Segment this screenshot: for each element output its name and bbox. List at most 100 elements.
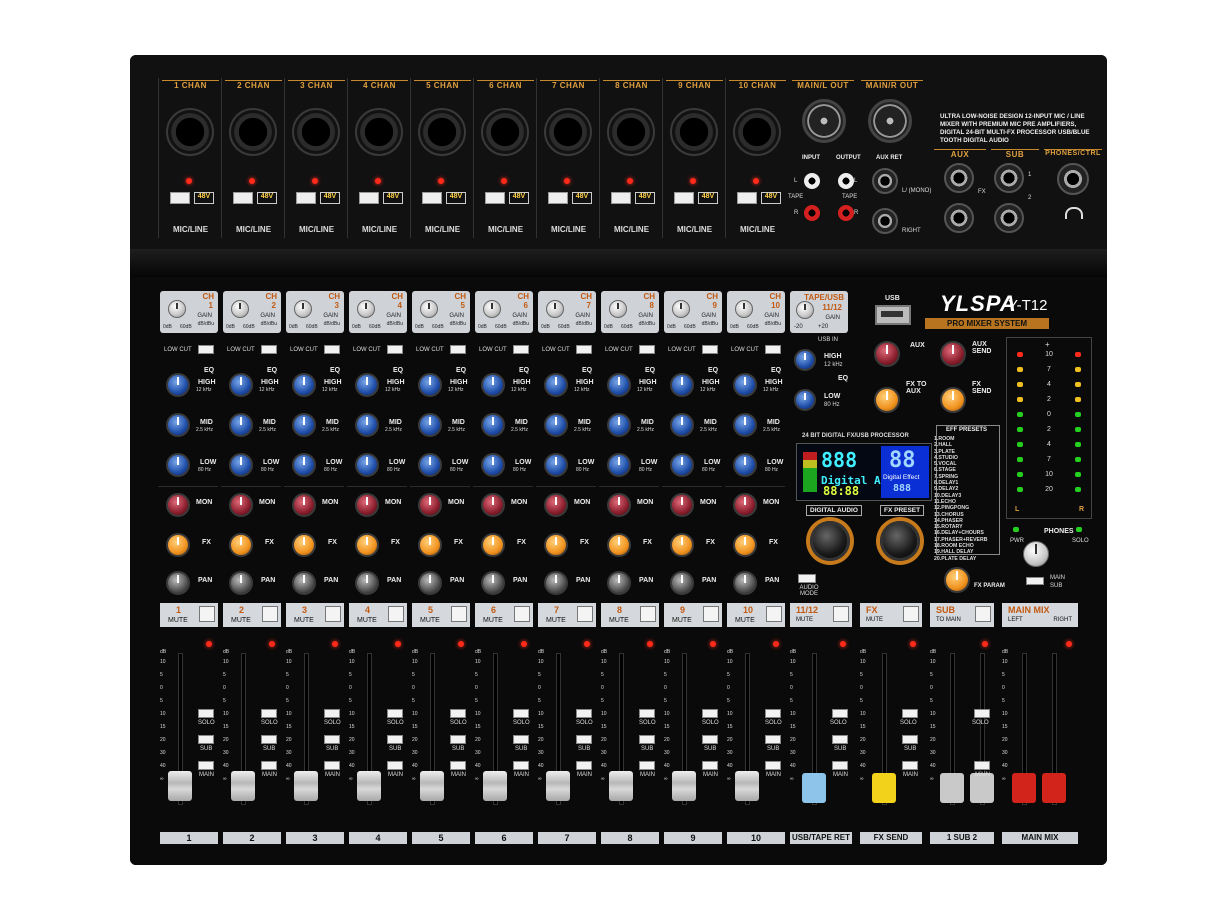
pan-knob[interactable]	[544, 571, 568, 595]
pan-knob[interactable]	[733, 571, 757, 595]
solo-button[interactable]	[702, 709, 718, 718]
combo-xlr-jack[interactable]	[670, 108, 718, 156]
main-button[interactable]	[261, 761, 277, 770]
fx-send-mute-button[interactable]	[903, 606, 919, 622]
main-button[interactable]	[765, 761, 781, 770]
sub-button[interactable]	[576, 735, 592, 744]
high-eq-knob[interactable]	[733, 373, 757, 397]
low-eq-knob[interactable]	[229, 453, 253, 477]
mute-button[interactable]	[703, 606, 719, 622]
combo-xlr-jack[interactable]	[418, 108, 466, 156]
solo-button[interactable]	[198, 709, 214, 718]
pan-knob[interactable]	[292, 571, 316, 595]
gain-knob[interactable]	[672, 300, 690, 318]
solo-button[interactable]	[387, 709, 403, 718]
rca-in-r-jack[interactable]	[804, 205, 820, 221]
main-button[interactable]	[324, 761, 340, 770]
mid-eq-knob[interactable]	[544, 413, 568, 437]
low-eq-knob[interactable]	[670, 453, 694, 477]
combo-xlr-jack[interactable]	[355, 108, 403, 156]
tape-return-sub-button[interactable]	[832, 735, 848, 744]
low-eq-knob[interactable]	[166, 453, 190, 477]
combo-xlr-jack[interactable]	[229, 108, 277, 156]
low-eq-knob[interactable]	[733, 453, 757, 477]
fx-send-sub-button[interactable]	[902, 735, 918, 744]
phantom-power-button[interactable]	[485, 192, 505, 204]
sub2-out-jack[interactable]	[994, 203, 1024, 233]
mid-eq-knob[interactable]	[418, 413, 442, 437]
solo-button[interactable]	[261, 709, 277, 718]
mid-eq-knob[interactable]	[292, 413, 316, 437]
pan-knob[interactable]	[481, 571, 505, 595]
phantom-power-button[interactable]	[548, 192, 568, 204]
fx-knob[interactable]	[418, 533, 442, 557]
sub-button[interactable]	[387, 735, 403, 744]
gain-knob[interactable]	[231, 300, 249, 318]
mute-button[interactable]	[325, 606, 341, 622]
gain-knob[interactable]	[735, 300, 753, 318]
fx-knob[interactable]	[544, 533, 568, 557]
high-eq-knob[interactable]	[418, 373, 442, 397]
pan-knob[interactable]	[166, 571, 190, 595]
fx-knob[interactable]	[670, 533, 694, 557]
rca-out-l-jack[interactable]	[838, 173, 854, 189]
low-eq-knob[interactable]	[544, 453, 568, 477]
channel-fader[interactable]	[546, 771, 570, 801]
main-button[interactable]	[450, 761, 466, 770]
main-mix-fader-2[interactable]	[1042, 773, 1066, 803]
fx-knob[interactable]	[292, 533, 316, 557]
sub-button[interactable]	[450, 735, 466, 744]
channel-fader[interactable]	[672, 771, 696, 801]
fx-send-fader-1[interactable]	[872, 773, 896, 803]
mute-button[interactable]	[262, 606, 278, 622]
low-cut-button[interactable]	[639, 345, 655, 354]
tape-return-main-button[interactable]	[832, 761, 848, 770]
high-eq-knob[interactable]	[544, 373, 568, 397]
low-cut-button[interactable]	[450, 345, 466, 354]
sub-bus-main-button[interactable]	[974, 761, 990, 770]
sub-bus-mute-button[interactable]	[975, 606, 991, 622]
xlr-main-right-jack[interactable]	[868, 99, 912, 143]
combo-xlr-jack[interactable]	[733, 108, 781, 156]
sub-button[interactable]	[702, 735, 718, 744]
tape-return-mute-button[interactable]	[833, 606, 849, 622]
mute-button[interactable]	[451, 606, 467, 622]
mon-knob[interactable]	[544, 493, 568, 517]
aux-ret-left-jack[interactable]	[872, 168, 898, 194]
low-cut-button[interactable]	[324, 345, 340, 354]
main-button[interactable]	[513, 761, 529, 770]
solo-button[interactable]	[450, 709, 466, 718]
fx-out-jack[interactable]	[944, 203, 974, 233]
fx-knob[interactable]	[607, 533, 631, 557]
fx-knob[interactable]	[166, 533, 190, 557]
mute-button[interactable]	[388, 606, 404, 622]
high-eq-knob[interactable]	[607, 373, 631, 397]
main-button[interactable]	[639, 761, 655, 770]
phantom-power-button[interactable]	[233, 192, 253, 204]
sub-button[interactable]	[765, 735, 781, 744]
mid-eq-knob[interactable]	[670, 413, 694, 437]
mon-knob[interactable]	[733, 493, 757, 517]
low-eq-knob[interactable]	[355, 453, 379, 477]
gain-knob[interactable]	[357, 300, 375, 318]
sub-button[interactable]	[639, 735, 655, 744]
high-eq-knob[interactable]	[292, 373, 316, 397]
fx-knob[interactable]	[733, 533, 757, 557]
gain-knob[interactable]	[546, 300, 564, 318]
mid-eq-knob[interactable]	[733, 413, 757, 437]
high-eq-knob[interactable]	[355, 373, 379, 397]
channel-fader[interactable]	[294, 771, 318, 801]
solo-button[interactable]	[513, 709, 529, 718]
mon-knob[interactable]	[229, 493, 253, 517]
combo-xlr-jack[interactable]	[544, 108, 592, 156]
sub-button[interactable]	[513, 735, 529, 744]
solo-button[interactable]	[765, 709, 781, 718]
aux-ret-right-jack[interactable]	[872, 208, 898, 234]
tape-return-solo-button[interactable]	[832, 709, 848, 718]
gain-knob[interactable]	[294, 300, 312, 318]
sub-button[interactable]	[261, 735, 277, 744]
phones-jack[interactable]	[1057, 163, 1089, 195]
low-cut-button[interactable]	[261, 345, 277, 354]
channel-fader[interactable]	[168, 771, 192, 801]
pan-knob[interactable]	[418, 571, 442, 595]
